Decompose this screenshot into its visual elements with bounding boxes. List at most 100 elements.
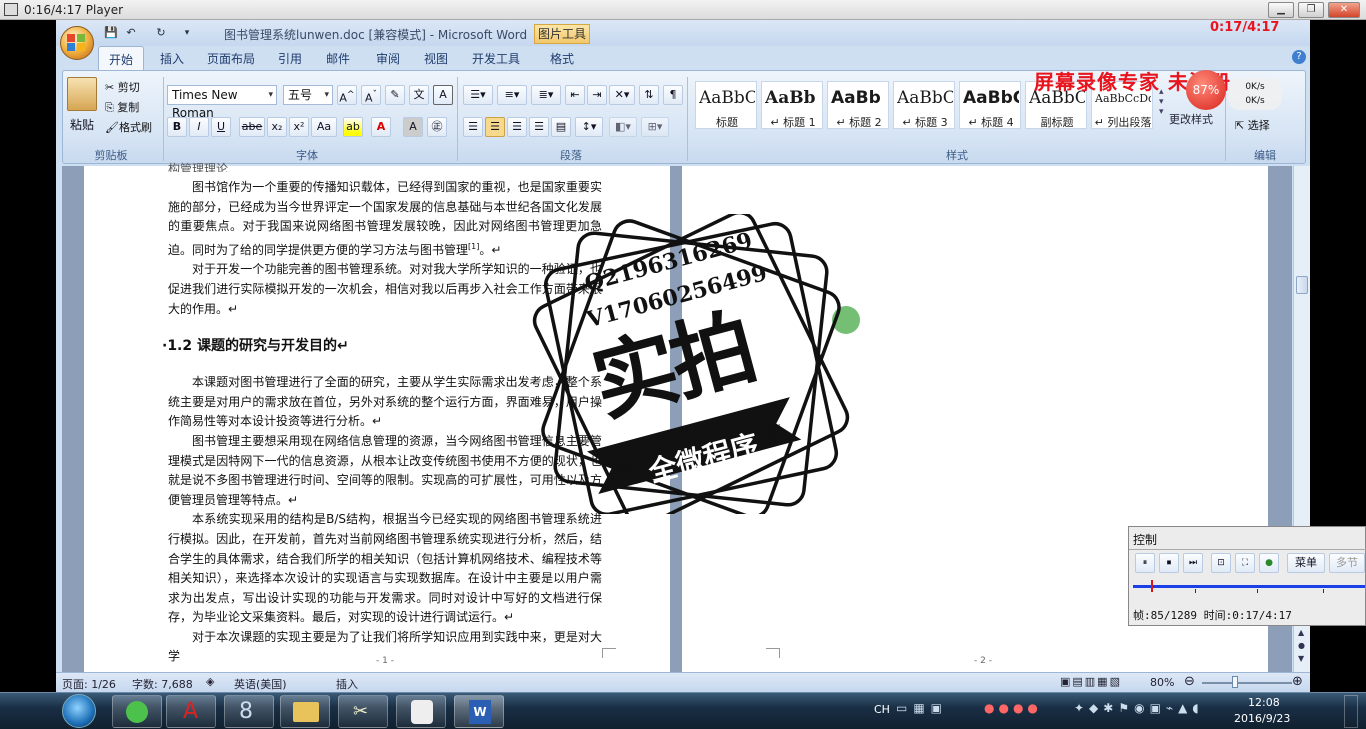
progress-cursor[interactable] bbox=[1151, 580, 1153, 592]
tab-review[interactable]: 审阅 bbox=[376, 50, 400, 67]
select-button[interactable]: ⇱ 选择 bbox=[1235, 117, 1270, 133]
justify-button[interactable]: ☰ bbox=[529, 117, 549, 137]
taskbar-app-360[interactable] bbox=[112, 695, 162, 728]
tab-view[interactable]: 视图 bbox=[424, 50, 448, 67]
numbering-button[interactable]: ≡▾ bbox=[497, 85, 527, 105]
tray-system-icons[interactable]: ✦◆✱⚑◉▣⌁▲◖ bbox=[1074, 701, 1204, 715]
taskbar-app-eight[interactable]: 8 bbox=[224, 695, 274, 728]
stop-button[interactable]: ⏹ bbox=[1159, 553, 1179, 573]
phonetic-guide-button[interactable]: 文 bbox=[409, 85, 429, 105]
increase-indent-button[interactable]: ⇥ bbox=[587, 85, 607, 105]
tab-home[interactable]: 开始 bbox=[98, 46, 145, 70]
page-count[interactable]: 页面: 1/26 bbox=[62, 676, 116, 692]
strikethrough-button[interactable]: abe bbox=[239, 117, 265, 137]
shading-button[interactable]: ◧▾ bbox=[609, 117, 637, 137]
clear-format-button[interactable]: ✎ bbox=[385, 85, 405, 105]
style-heading-2[interactable]: AaBb ↵ 标题 2 bbox=[827, 81, 889, 129]
sort-button[interactable]: ⇅ bbox=[639, 85, 659, 105]
qat-customize-icon[interactable]: ▾ bbox=[180, 26, 194, 40]
taskbar-app-word[interactable]: W bbox=[454, 695, 504, 728]
fullscreen-button[interactable]: ⛶ bbox=[1235, 553, 1255, 573]
next-frame-button[interactable]: ⏭ bbox=[1183, 553, 1203, 573]
bold-button[interactable]: B bbox=[167, 117, 187, 137]
taskbar-app-avatar[interactable] bbox=[396, 695, 446, 728]
underline-button[interactable]: U bbox=[211, 117, 231, 137]
tab-insert[interactable]: 插入 bbox=[160, 50, 184, 67]
taskbar-app-reader[interactable]: A bbox=[166, 695, 216, 728]
tab-developer[interactable]: 开发工具 bbox=[472, 50, 520, 67]
superscript-button[interactable]: x² bbox=[289, 117, 309, 137]
zoom-slider[interactable] bbox=[1202, 682, 1292, 684]
change-styles-button[interactable]: 更改样式 bbox=[1169, 111, 1213, 127]
style-heading-3[interactable]: AaBbC ↵ 标题 3 bbox=[893, 81, 955, 129]
chinese-layout-button[interactable]: ✕▾ bbox=[609, 85, 635, 105]
zoom-slider-thumb[interactable] bbox=[1232, 676, 1238, 688]
bullets-button[interactable]: ☰▾ bbox=[463, 85, 493, 105]
insert-mode[interactable]: 插入 bbox=[336, 676, 358, 692]
style-heading-4[interactable]: AaBbC ↵ 标题 4 bbox=[959, 81, 1021, 129]
start-button[interactable] bbox=[62, 694, 96, 728]
clock-time[interactable]: 12:08 bbox=[1248, 696, 1280, 709]
word-count[interactable]: 字数: 7,688 bbox=[132, 676, 193, 692]
style-heading-1[interactable]: AaBb ↵ 标题 1 bbox=[761, 81, 823, 129]
enclose-char-button[interactable]: ㊣ bbox=[427, 117, 447, 137]
distributed-button[interactable]: ▤ bbox=[551, 117, 571, 137]
char-border-button[interactable]: A bbox=[433, 85, 453, 105]
proofing-icon[interactable]: ◈ bbox=[206, 675, 214, 688]
minimize-button[interactable]: ▁ bbox=[1268, 2, 1294, 18]
align-center-button[interactable]: ☰ bbox=[485, 117, 505, 137]
tab-page-layout[interactable]: 页面布局 bbox=[207, 50, 255, 67]
paste-button[interactable]: 粘贴 bbox=[69, 115, 95, 134]
align-left-button[interactable]: ☰ bbox=[463, 117, 483, 137]
borders-button[interactable]: ⊞▾ bbox=[641, 117, 669, 137]
tab-mailings[interactable]: 邮件 bbox=[326, 50, 350, 67]
tab-references[interactable]: 引用 bbox=[278, 50, 302, 67]
clock-date[interactable]: 2016/9/23 bbox=[1234, 712, 1290, 725]
decrease-indent-button[interactable]: ⇤ bbox=[565, 85, 585, 105]
format-painter-button[interactable]: 🖌格式刷 bbox=[105, 119, 152, 135]
multilevel-list-button[interactable]: ≣▾ bbox=[531, 85, 561, 105]
show-desktop-button[interactable] bbox=[1344, 695, 1358, 728]
zoom-level[interactable]: 80% bbox=[1150, 676, 1174, 689]
line-spacing-button[interactable]: ↕▾ bbox=[575, 117, 603, 137]
fit-window-button[interactable]: ⊡ bbox=[1211, 553, 1231, 573]
menu-button[interactable]: 菜单 bbox=[1287, 553, 1325, 573]
zoom-in-icon[interactable]: ⊕ bbox=[1292, 674, 1303, 689]
taskbar-app-tool[interactable]: ✂ bbox=[338, 695, 388, 728]
view-buttons-icon[interactable]: ▣▤▥▦▧ bbox=[1060, 675, 1122, 688]
scroll-thumb[interactable] bbox=[1296, 276, 1308, 294]
maximize-button[interactable]: ❐ bbox=[1298, 2, 1324, 18]
zoom-out-icon[interactable]: ⊖ bbox=[1184, 674, 1195, 689]
cut-button[interactable]: ✂ 剪切 bbox=[105, 79, 140, 95]
shrink-font-button[interactable]: Aˇ bbox=[361, 85, 381, 105]
tray-qq-icons[interactable]: ●●●● bbox=[984, 701, 1042, 715]
highlight-button[interactable]: ab bbox=[343, 117, 363, 137]
browse-object-icon[interactable]: ▲ ● ▼ bbox=[1298, 626, 1305, 665]
pointer-button[interactable]: ● bbox=[1259, 553, 1279, 573]
tray-icons[interactable]: ▭▦▣ bbox=[896, 701, 948, 715]
font-color-button[interactable]: A bbox=[371, 117, 391, 137]
style-title[interactable]: AaBbC 标题 bbox=[695, 81, 757, 129]
paste-icon[interactable] bbox=[67, 77, 97, 111]
pause-button[interactable]: ⏸ bbox=[1135, 553, 1155, 573]
grow-font-button[interactable]: A^ bbox=[337, 85, 357, 105]
tab-format[interactable]: 格式 bbox=[550, 50, 574, 67]
copy-button[interactable]: ⎘ 复制 bbox=[105, 99, 139, 115]
show-marks-button[interactable]: ¶ bbox=[663, 85, 683, 105]
multi-section-button[interactable]: 多节 bbox=[1329, 553, 1365, 573]
italic-button[interactable]: I bbox=[189, 117, 209, 137]
taskbar-app-explorer[interactable] bbox=[280, 695, 330, 728]
language-status[interactable]: 英语(美国) bbox=[234, 676, 287, 692]
progress-track[interactable] bbox=[1133, 585, 1365, 588]
redo-icon[interactable]: ↻ bbox=[154, 26, 168, 40]
align-right-button[interactable]: ☰ bbox=[507, 117, 527, 137]
save-icon[interactable]: 💾 bbox=[104, 26, 118, 40]
help-icon[interactable]: ? bbox=[1292, 50, 1306, 64]
subscript-button[interactable]: x₂ bbox=[267, 117, 287, 137]
undo-icon[interactable]: ↶ bbox=[124, 26, 138, 40]
font-size-combo[interactable]: 五号 bbox=[283, 85, 333, 105]
change-case-button[interactable]: Aa bbox=[311, 117, 337, 137]
office-button[interactable] bbox=[60, 26, 94, 60]
char-shading-button[interactable]: A bbox=[403, 117, 423, 137]
close-button[interactable]: ✕ bbox=[1328, 2, 1360, 18]
